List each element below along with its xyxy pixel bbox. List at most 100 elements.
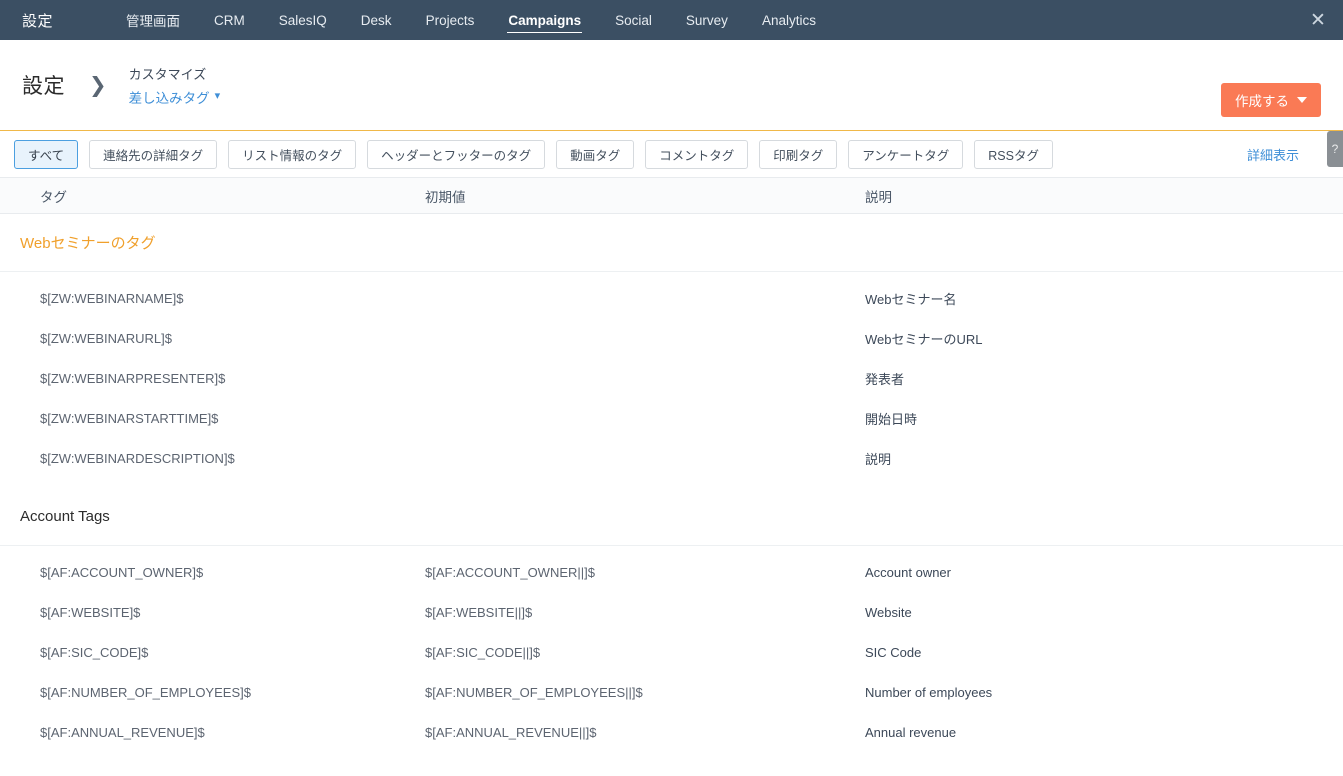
breadcrumb-parent-label: カスタマイズ	[128, 66, 207, 82]
table-section-title: Account Tags	[20, 508, 110, 525]
column-header-default: 初期値	[425, 189, 466, 205]
cell-default-value: $[AF:WEBSITE||]$	[425, 604, 533, 620]
nav-item-Projects[interactable]: Projects	[409, 0, 492, 40]
cell-tag: $[AF:NUMBER_OF_EMPLOYEES]$	[40, 684, 251, 700]
nav-item-Desk[interactable]: Desk	[344, 0, 409, 40]
cell-tag: $[ZW:WEBINARSTARTTIME]$	[40, 410, 219, 426]
table-row[interactable]: $[ZW:WEBINARURL]$ WebセミナーのURL	[0, 318, 1343, 358]
merge-tags-table: タグ 初期値 説明 Webセミナーのタグ $[ZW:WEBINARNAME]$ We…	[0, 178, 1343, 762]
top-navigation-items: 管理画面 CRM SalesIQ Desk Projects Campaigns Socia…	[109, 0, 833, 40]
breadcrumb-current-dropdown[interactable]: 差し込みタグ ▾	[129, 87, 221, 107]
app-brand-label: 設定	[22, 12, 54, 30]
top-navigation-bar: 設定 管理画面 CRM SalesIQ Desk Projects Campaigns So…	[0, 0, 1343, 40]
filter-chip-label: 印刷タグ	[773, 148, 824, 163]
detail-view-link[interactable]: 詳細表示	[1247, 145, 1299, 164]
nav-item-label: Analytics	[761, 12, 816, 28]
breadcrumb-current-label: 差し込みタグ	[128, 90, 210, 106]
cell-description: 説明	[865, 451, 892, 467]
filter-chip-7[interactable]: アンケートタグ	[848, 139, 964, 169]
cell-default-value: $[AF:ACCOUNT_OWNER||]$	[425, 564, 595, 580]
nav-item-label: Survey	[685, 12, 728, 28]
filter-chip-0[interactable]: すべて	[14, 139, 79, 169]
table-row[interactable]: $[AF:WEBSITE]$ $[AF:WEBSITE||]$ Website	[0, 592, 1343, 632]
filter-chip-5[interactable]: コメントタグ	[645, 139, 749, 169]
create-button-label: 作成する	[1235, 94, 1289, 109]
filter-chip-label: コメントタグ	[659, 148, 735, 163]
cell-description: SIC Code	[865, 644, 922, 660]
nav-item-label: CRM	[214, 12, 245, 28]
nav-item-Analytics[interactable]: Analytics	[745, 0, 833, 40]
table-row[interactable]: $[ZW:WEBINARSTARTTIME]$ 開始日時	[0, 398, 1343, 438]
nav-item-label: Desk	[360, 12, 392, 28]
cell-description: Number of employees	[865, 684, 993, 700]
table-row[interactable]: $[AF:NUMBER_OF_EMPLOYEES]$ $[AF:NUMBER_OF…	[0, 672, 1343, 712]
cell-tag: $[AF:ANNUAL_REVENUE]$	[40, 724, 205, 740]
cell-default-value: $[AF:ANNUAL_REVENUE||]$	[425, 724, 597, 740]
cell-tag: $[AF:ACCOUNT_OWNER]$	[40, 564, 204, 580]
cell-tag: $[AF:WEBSITE]$	[40, 604, 141, 620]
question-mark-icon[interactable]: ?	[1327, 131, 1343, 167]
cell-tag: $[ZW:WEBINARNAME]$	[40, 290, 184, 306]
cell-description: Account owner	[865, 564, 951, 580]
filter-chips-container: すべて 連絡先の詳細タグ リスト情報のタグ ヘッダーとフッターのタグ 動画タグ コメントタ…	[14, 139, 1064, 169]
nav-item-label: SalesIQ	[278, 12, 327, 28]
cell-tag: $[ZW:WEBINARDESCRIPTION]$	[40, 450, 235, 466]
filter-chip-8[interactable]: RSSタグ	[974, 139, 1053, 169]
column-header-tag: タグ	[40, 189, 67, 205]
filter-chip-label: 連絡先の詳細タグ	[103, 148, 204, 163]
cell-description: Annual revenue	[865, 724, 957, 740]
filter-chip-4[interactable]: 動画タグ	[556, 139, 635, 169]
table-sections-container: Webセミナーのタグ $[ZW:WEBINARNAME]$ Webセミナー名 $[ZW…	[0, 214, 1343, 762]
table-row[interactable]: $[ZW:WEBINARPRESENTER]$ 発表者	[0, 358, 1343, 398]
table-row[interactable]: $[AF:ACCOUNT_OWNER]$ $[AF:ACCOUNT_OWNER||…	[0, 552, 1343, 592]
cell-description: 発表者	[865, 371, 905, 387]
cell-description: Website	[865, 604, 912, 620]
table-row[interactable]: $[AF:SIC_CODE]$ $[AF:SIC_CODE||]$ SIC Code	[0, 632, 1343, 672]
breadcrumb: カスタマイズ 差し込みタグ ▾	[129, 64, 221, 107]
cell-tag: $[ZW:WEBINARPRESENTER]$	[40, 370, 226, 386]
table-row[interactable]: $[AF:ANNUAL_REVENUE]$ $[AF:ANNUAL_REVENUE…	[0, 712, 1343, 752]
filter-chip-1[interactable]: 連絡先の詳細タグ	[89, 139, 218, 169]
cell-tag: $[ZW:WEBINARURL]$	[40, 330, 172, 346]
table-row[interactable]: $[ZW:WEBINARDESCRIPTION]$ 説明	[0, 438, 1343, 478]
cell-description: 開始日時	[865, 411, 918, 427]
filter-chip-label: リスト情報のタグ	[242, 148, 343, 163]
nav-item-label: Projects	[425, 12, 475, 28]
filter-chip-label: ヘッダーとフッターのタグ	[381, 148, 532, 163]
chevron-down-icon: ▾	[214, 90, 221, 102]
table-section-title: Webセミナーのタグ	[20, 235, 156, 252]
close-icon[interactable]: ✕	[1301, 0, 1335, 40]
cell-tag: $[AF:SIC_CODE]$	[40, 644, 149, 660]
nav-item-label: Social	[615, 12, 652, 28]
nav-item-SalesIQ[interactable]: SalesIQ	[262, 0, 344, 40]
filter-chip-6[interactable]: 印刷タグ	[759, 139, 838, 169]
nav-item-管理画面[interactable]: 管理画面	[109, 0, 197, 40]
table-section-header: Account Tags	[0, 488, 1343, 546]
nav-item-Survey[interactable]: Survey	[669, 0, 745, 40]
nav-item-Social[interactable]: Social	[598, 0, 669, 40]
table-section-header: Webセミナーのタグ	[0, 214, 1343, 272]
table-header-row: タグ 初期値 説明	[0, 178, 1343, 214]
cell-description: Webセミナー名	[865, 291, 957, 307]
table-section-rows: $[ZW:WEBINARNAME]$ Webセミナー名 $[ZW:WEBINARUR…	[0, 272, 1343, 488]
filter-chip-label: すべて	[28, 148, 65, 163]
filter-chip-label: RSSタグ	[988, 148, 1039, 163]
nav-item-label: Campaigns	[508, 12, 582, 28]
page-title: 設定	[22, 75, 65, 98]
filter-chip-bar: すべて 連絡先の詳細タグ リスト情報のタグ ヘッダーとフッターのタグ 動画タグ コメントタ…	[0, 131, 1343, 178]
nav-item-CRM[interactable]: CRM	[197, 0, 262, 40]
caret-down-icon	[1297, 97, 1307, 103]
nav-item-label: 管理画面	[126, 14, 181, 29]
nav-item-Campaigns[interactable]: Campaigns	[491, 0, 598, 40]
filter-chip-label: 動画タグ	[570, 148, 621, 163]
table-row[interactable]: $[ZW:WEBINARNAME]$ Webセミナー名	[0, 278, 1343, 318]
column-header-description: 説明	[865, 189, 892, 205]
cell-default-value: $[AF:SIC_CODE||]$	[425, 644, 541, 660]
filter-chip-3[interactable]: ヘッダーとフッターのタグ	[367, 139, 546, 169]
filter-chip-label: アンケートタグ	[862, 148, 950, 163]
cell-description: WebセミナーのURL	[865, 331, 983, 347]
create-button[interactable]: 作成する	[1221, 83, 1321, 117]
breadcrumb-separator-icon: ❯	[89, 73, 107, 97]
filter-chip-2[interactable]: リスト情報のタグ	[228, 139, 357, 169]
cell-default-value: $[AF:NUMBER_OF_EMPLOYEES||]$	[425, 684, 643, 700]
